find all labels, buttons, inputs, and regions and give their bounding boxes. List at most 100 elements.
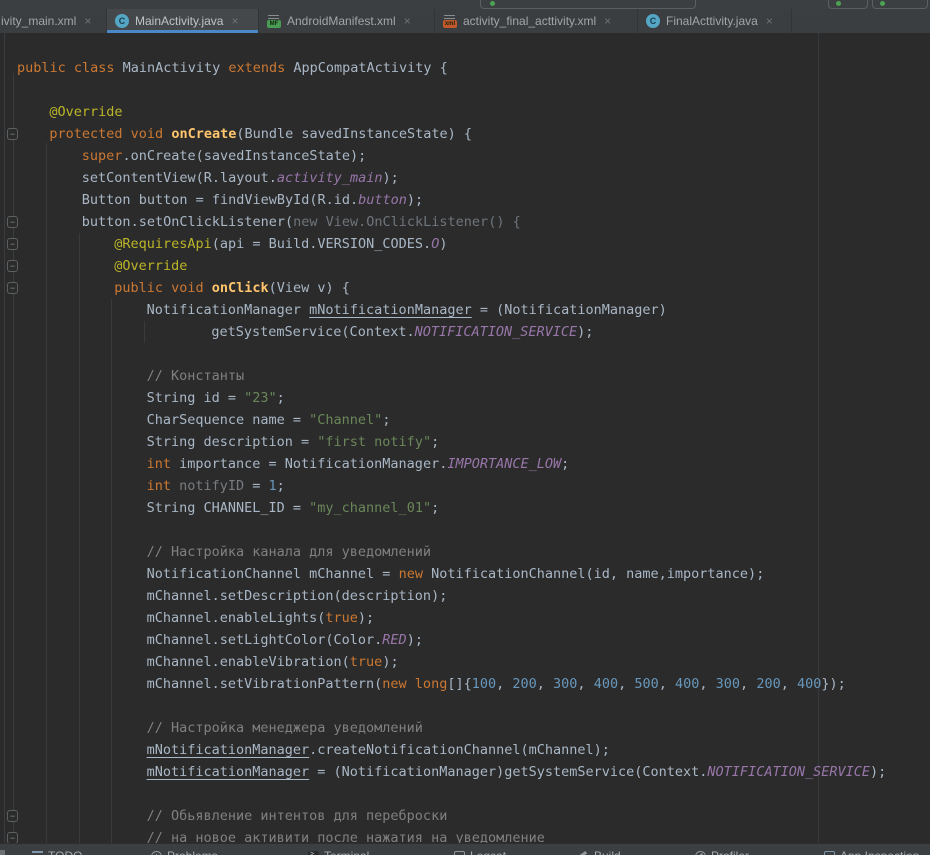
problems-icon — [151, 851, 162, 855]
code-token: ); — [407, 632, 423, 648]
tab-ivity-main-xml[interactable]: ivity_main.xml× — [0, 9, 107, 33]
code-token: super — [82, 148, 123, 164]
code-token: ); — [577, 324, 593, 340]
code-editor[interactable]: public class MainActivity extends AppCom… — [0, 33, 930, 843]
tool-window-button-problems[interactable]: Problems — [151, 849, 218, 855]
code-token: 300 — [716, 676, 740, 692]
code-line[interactable]: mChannel.enableLights(true); — [147, 607, 375, 629]
code-token: // Обьявление интентов для переброски — [147, 808, 448, 824]
code-token: true — [350, 654, 383, 670]
tool-window-button-terminal[interactable]: Terminal — [308, 849, 369, 855]
code-token: mChannel.setLightColor(Color. — [147, 632, 383, 648]
code-token: , — [537, 676, 553, 692]
tab-label: AndroidManifest.xml — [287, 14, 396, 28]
code-token: , — [659, 676, 675, 692]
code-line[interactable]: mNotificationManager.createNotificationC… — [147, 739, 610, 761]
code-token: String description = — [147, 434, 318, 450]
code-line[interactable]: public void onClick(View v) { — [114, 277, 350, 299]
code-line[interactable]: @Override — [49, 101, 122, 123]
code-line[interactable]: Button button = findViewById(R.id.button… — [82, 189, 423, 211]
tool-window-button-logcat[interactable]: Logcat — [454, 849, 506, 855]
code-token: protected void — [49, 126, 171, 142]
code-token: "23" — [244, 390, 277, 406]
code-token: public void — [114, 280, 212, 296]
fold-end-marker[interactable]: − — [7, 832, 18, 843]
code-line[interactable]: mChannel.setLightColor(Color.RED); — [147, 629, 423, 651]
code-line[interactable]: button.setOnClickListener(new View.OnCli… — [82, 211, 521, 233]
code-line[interactable]: @Override — [114, 255, 187, 277]
code-line[interactable]: String CHANNEL_ID = "my_channel_01"; — [147, 497, 440, 519]
code-line[interactable]: @RequiresApi(api = Build.VERSION_CODES.O… — [114, 233, 447, 255]
code-token: "first notify" — [317, 434, 431, 450]
tool-window-label: Terminal — [324, 849, 369, 855]
code-line[interactable]: getSystemService(Context.NOTIFICATION_SE… — [211, 321, 593, 343]
tab-mainactivity-java[interactable]: CMainActivity.java× — [107, 9, 259, 33]
code-line[interactable]: setContentView(R.layout.activity_main); — [82, 167, 399, 189]
code-token: "my_channel_01" — [309, 500, 431, 516]
run-config-combo[interactable] — [480, 0, 696, 9]
code-token: new — [399, 566, 423, 582]
code-line[interactable]: int importance = NotificationManager.IMP… — [147, 453, 570, 475]
tab-close-icon[interactable]: × — [766, 15, 773, 27]
code-line[interactable]: int notifyID = 1; — [147, 475, 285, 497]
code-line[interactable]: NotificationChannel mChannel = new Notif… — [147, 563, 765, 585]
code-token: new View.OnClickListener() { — [293, 214, 521, 230]
code-line[interactable]: // Настройка менеджера уведомлений — [147, 717, 423, 739]
code-token: mNotificationManager — [309, 302, 472, 318]
code-line[interactable]: mChannel.setVibrationPattern(new long[]{… — [147, 673, 846, 695]
tab-finalacttivity-java[interactable]: CFinalActtivity.java× — [638, 9, 792, 33]
code-token: NOTIFICATION_SERVICE — [707, 764, 870, 780]
run-icon — [836, 1, 841, 6]
tab-close-icon[interactable]: × — [604, 15, 611, 27]
code-line[interactable]: NotificationManager mNotificationManager… — [147, 299, 667, 321]
code-line[interactable]: String description = "first notify"; — [147, 431, 440, 453]
code-line[interactable]: // Настройка канала для уведомлений — [147, 541, 431, 563]
code-token: setContentView(R.layout. — [82, 170, 277, 186]
fold-marker[interactable]: − — [7, 216, 18, 228]
tool-window-button-build[interactable]: Build — [578, 849, 621, 855]
toolbar-button-1[interactable] — [828, 0, 868, 9]
tab-activity-final-acttivity-xml[interactable]: xmlactivity_final_acttivity.xml× — [435, 9, 638, 33]
code-token: , — [618, 676, 634, 692]
tool-window-label: Logcat — [470, 849, 506, 855]
code-line[interactable]: String id = "23"; — [147, 387, 285, 409]
tab-close-icon[interactable]: × — [84, 15, 91, 27]
code-line[interactable]: CharSequence name = "Channel"; — [147, 409, 391, 431]
code-token: Button button = findViewById(R.id. — [82, 192, 358, 208]
code-line[interactable]: // Обьявление интентов для переброски — [147, 805, 448, 827]
code-token: new long — [382, 676, 447, 692]
code-token: , — [781, 676, 797, 692]
code-token: // Настройка менеджера уведомлений — [147, 720, 423, 736]
fold-marker[interactable]: − — [7, 128, 18, 140]
code-token: ); — [407, 192, 423, 208]
tab-androidmanifest-xml[interactable]: MFAndroidManifest.xml× — [259, 9, 435, 33]
code-line[interactable]: public class MainActivity extends AppCom… — [17, 57, 448, 79]
ide-window: ivity_main.xml×CMainActivity.java×MFAndr… — [0, 0, 930, 855]
run-icon — [880, 1, 885, 6]
code-token: // Настройка канала для уведомлений — [147, 544, 431, 560]
tab-close-icon[interactable]: × — [404, 15, 411, 27]
fold-marker[interactable]: − — [7, 282, 18, 294]
tab-close-icon[interactable]: × — [231, 15, 238, 27]
tool-window-button-todo[interactable]: TODO — [32, 849, 82, 855]
code-line[interactable]: mChannel.setDescription(description); — [147, 585, 448, 607]
fold-marker[interactable]: − — [7, 238, 18, 250]
tool-window-label: Profiler — [711, 849, 749, 855]
tool-window-button-profiler[interactable]: Profiler — [695, 849, 749, 855]
code-token: CharSequence name = — [147, 412, 310, 428]
indent-guide — [79, 233, 80, 843]
fold-end-marker[interactable]: − — [7, 260, 18, 272]
code-line[interactable]: mChannel.enableVibration(true); — [147, 651, 399, 673]
code-token: , — [577, 676, 593, 692]
tool-window-button-app-inspection[interactable]: App Inspection — [824, 849, 919, 855]
code-token: ; — [431, 500, 439, 516]
window-icon — [0, 850, 5, 855]
code-line[interactable]: super.onCreate(savedInstanceState); — [82, 145, 366, 167]
java-class-icon: C — [115, 14, 129, 28]
code-line[interactable]: protected void onCreate(Bundle savedInst… — [49, 123, 472, 145]
tab-label: activity_final_acttivity.xml — [463, 14, 596, 28]
code-line[interactable]: // Константы — [147, 365, 245, 387]
fold-marker[interactable]: − — [7, 810, 18, 822]
code-line[interactable]: // на новое активити после нажатия на ув… — [147, 827, 545, 843]
code-line[interactable]: mNotificationManager = (NotificationMana… — [147, 761, 887, 783]
